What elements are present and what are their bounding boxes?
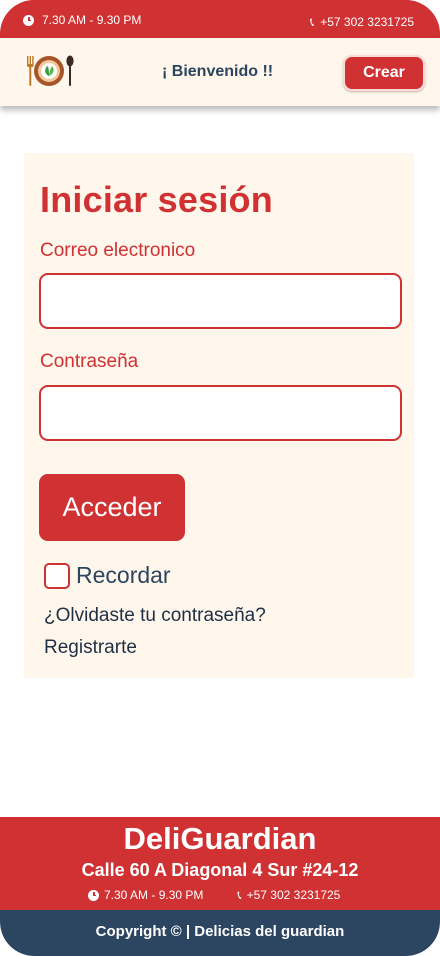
footer: DeliGuardian Calle 60 A Diagonal 4 Sur #… <box>0 817 440 956</box>
footer-address: Calle 60 A Diagonal 4 Sur #24-12 <box>81 860 359 880</box>
email-field[interactable] <box>39 273 402 329</box>
password-field[interactable] <box>39 385 402 441</box>
login-submit-button[interactable]: Acceder <box>39 474 185 541</box>
email-label: Correo electronico <box>40 240 196 261</box>
create-account-button[interactable]: Crear <box>343 55 425 91</box>
footer-phone: 📞︎ +57 302 3231725 <box>237 888 340 902</box>
footer-brand: DeliGuardian <box>123 821 317 856</box>
top-info-bar: 7.30 AM - 9.30 PM 📞︎ +57 302 3231725 <box>0 0 440 38</box>
footer-contact: 7.30 AM - 9.30 PM 📞︎ +57 302 3231725 <box>88 888 340 902</box>
phone-icon: 📞︎ <box>310 15 315 29</box>
footer-hours: 7.30 AM - 9.30 PM <box>88 888 203 902</box>
footer-phone-text: +57 302 3231725 <box>246 888 341 902</box>
footer-copyright-bar: Copyright © | Delicias del guardian <box>0 910 440 956</box>
remember-label[interactable]: Recordar <box>76 562 171 589</box>
clock-icon <box>23 14 34 26</box>
register-link[interactable]: Registrarte <box>44 637 137 659</box>
login-title: Iniciar sesión <box>40 179 273 220</box>
login-card: Iniciar sesión Correo electronico Contra… <box>24 153 414 678</box>
top-phone: 📞︎ +57 302 3231725 <box>310 15 414 29</box>
password-label: Contraseña <box>40 351 139 372</box>
remember-checkbox[interactable] <box>44 562 70 589</box>
welcome-text: ¡ Bienvenido !! <box>162 63 274 80</box>
app-header: ¡ Bienvenido !! Crear <box>0 38 440 106</box>
top-hours: 7.30 AM - 9.30 PM <box>23 13 141 27</box>
app-screen: 7.30 AM - 9.30 PM 📞︎ +57 302 3231725 ¡ B… <box>0 0 440 956</box>
top-hours-text: 7.30 AM - 9.30 PM <box>42 13 142 27</box>
phone-icon: 📞︎ <box>237 888 242 902</box>
remember-row[interactable]: Recordar <box>44 562 171 589</box>
copyright-text: Copyright © | Delicias del guardian <box>95 922 345 940</box>
clock-icon <box>88 889 99 901</box>
top-phone-text: +57 302 3231725 <box>320 15 414 29</box>
plate-fork-spoon-logo-icon[interactable] <box>24 54 78 88</box>
footer-hours-text: 7.30 AM - 9.30 PM <box>104 888 204 902</box>
footer-info-panel: DeliGuardian Calle 60 A Diagonal 4 Sur #… <box>0 817 440 910</box>
forgot-password-link[interactable]: ¿Olvidaste tu contraseña? <box>44 605 266 627</box>
